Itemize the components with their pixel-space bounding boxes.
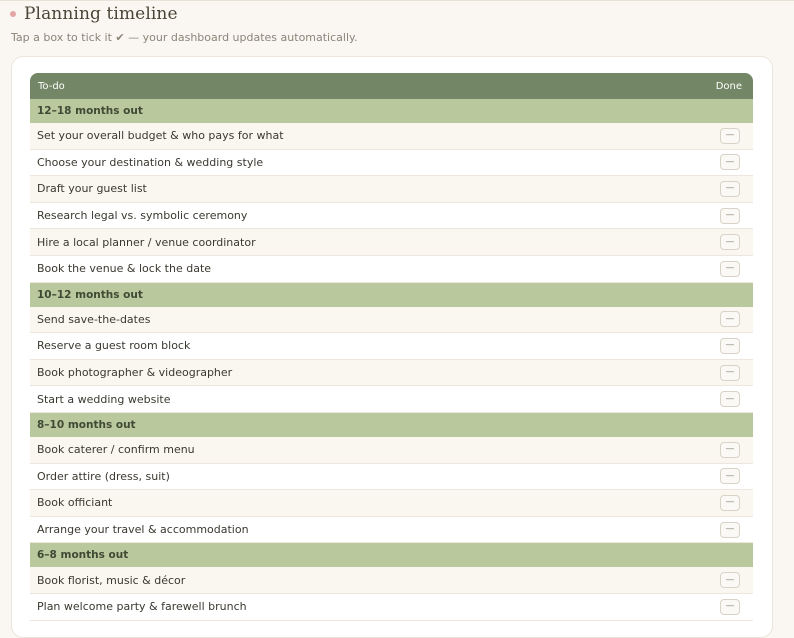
- table-header: To-do Done: [30, 73, 753, 99]
- todo-label: Hire a local planner / venue coordinator: [37, 235, 256, 249]
- done-checkbox[interactable]: —: [720, 207, 740, 224]
- header-done: Done: [715, 80, 742, 92]
- page-header: Planning timeline: [10, 4, 178, 24]
- top-divider: [0, 0, 794, 1]
- table-row: Book florist, music & décor —: [30, 567, 753, 594]
- todo-label: Reserve a guest room block: [37, 339, 191, 353]
- done-checkbox[interactable]: —: [720, 364, 740, 381]
- page-title: Planning timeline: [24, 4, 178, 24]
- done-checkbox[interactable]: —: [720, 234, 740, 251]
- table-row: Book photographer & videographer —: [30, 359, 753, 387]
- todo-label: Book officiant: [37, 496, 113, 510]
- done-checkbox[interactable]: —: [720, 127, 740, 144]
- done-checkbox[interactable]: —: [720, 154, 740, 171]
- todo-label: Order attire (dress, suit): [37, 469, 170, 483]
- section-header: 8–10 months out: [30, 412, 753, 437]
- table-row: Book the venue & lock the date —: [30, 255, 753, 283]
- section-header: 6–8 months out: [30, 543, 753, 568]
- done-checkbox[interactable]: —: [720, 391, 740, 408]
- table-row: Reserve a guest room block —: [30, 333, 753, 360]
- todo-label: Plan welcome party & farewell brunch: [37, 600, 247, 614]
- table-row: Draft your guest list —: [30, 176, 753, 203]
- todo-label: Set your overall budget & who pays for w…: [37, 129, 284, 143]
- timeline-table: To-do Done 12–18 months out Set your over…: [30, 73, 753, 621]
- done-checkbox[interactable]: —: [720, 180, 740, 197]
- table-row: Set your overall budget & who pays for w…: [30, 123, 753, 150]
- table-row: Research legal vs. symbolic ceremony —: [30, 202, 753, 230]
- todo-label: Send save-the-dates: [37, 312, 151, 326]
- done-checkbox[interactable]: —: [720, 468, 740, 485]
- table-body: 12–18 months out Set your overall budget …: [30, 99, 753, 621]
- done-checkbox[interactable]: —: [720, 337, 740, 354]
- table-row: Book caterer / confirm menu —: [30, 436, 753, 464]
- todo-label: Choose your destination & wedding style: [37, 155, 264, 169]
- todo-label: Book florist, music & décor: [37, 573, 186, 587]
- table-row: Choose your destination & wedding style —: [30, 149, 753, 177]
- done-checkbox[interactable]: —: [720, 598, 740, 615]
- done-checkbox[interactable]: —: [720, 521, 740, 538]
- todo-label: Book the venue & lock the date: [37, 262, 212, 276]
- done-checkbox[interactable]: —: [720, 494, 740, 511]
- todo-label: Book photographer & videographer: [37, 366, 233, 380]
- table-row: Start a wedding website —: [30, 386, 753, 413]
- todo-label: Research legal vs. symbolic ceremony: [37, 209, 248, 223]
- page-subtitle: Tap a box to tick it ✔ — your dashboard …: [11, 31, 358, 44]
- done-checkbox[interactable]: —: [720, 441, 740, 458]
- table-row: Send save-the-dates —: [30, 306, 753, 334]
- section-header: 10–12 months out: [30, 282, 753, 307]
- todo-label: Arrange your travel & accommodation: [37, 523, 249, 537]
- todo-label: Book caterer / confirm menu: [37, 443, 195, 457]
- table-row: Hire a local planner / venue coordinator…: [30, 229, 753, 256]
- table-row: Order attire (dress, suit) —: [30, 463, 753, 491]
- todo-label: Draft your guest list: [37, 182, 147, 196]
- todo-label: Start a wedding website: [37, 392, 171, 406]
- table-row: Book officiant —: [30, 490, 753, 517]
- header-todo: To-do: [38, 80, 65, 92]
- bullet-dot-icon: [10, 11, 16, 17]
- done-checkbox[interactable]: —: [720, 311, 740, 328]
- table-row: Arrange your travel & accommodation —: [30, 516, 753, 544]
- done-checkbox[interactable]: —: [720, 260, 740, 277]
- done-checkbox[interactable]: —: [720, 572, 740, 589]
- section-header: 12–18 months out: [30, 99, 753, 123]
